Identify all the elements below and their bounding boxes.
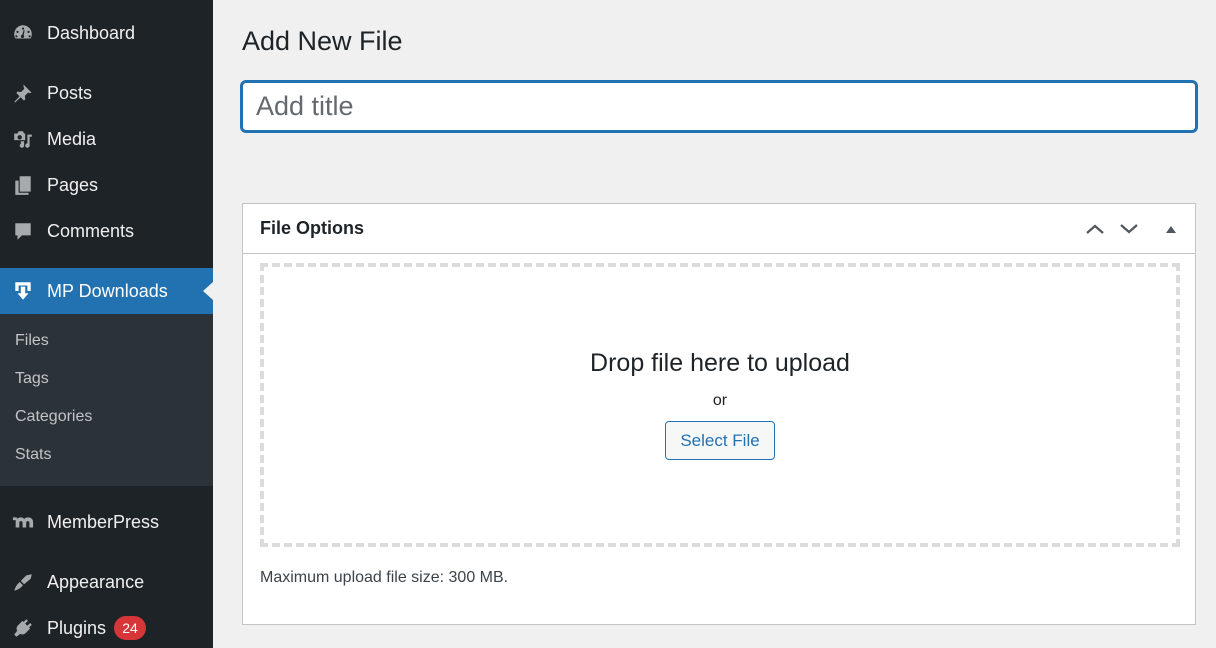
menu-label: MemberPress [47,511,160,532]
plug-icon [11,616,35,640]
menu-item-plugins[interactable]: Plugins 24 [0,605,213,648]
submenu-item-categories[interactable]: Categories [15,408,92,426]
menu-label: Posts [47,82,93,103]
file-options-postbox: File Options Drop file here to upload or… [242,203,1196,625]
submenu-item-stats[interactable]: Stats [15,446,51,464]
select-file-button[interactable]: Select File [665,421,775,460]
menu-item-posts[interactable]: Posts [0,70,213,116]
brush-icon [11,570,35,594]
media-icon [11,127,35,151]
postbox-header: File Options [243,204,1195,254]
dashboard-icon [11,21,35,45]
update-count-badge: 24 [114,616,147,640]
or-separator: or [712,392,728,409]
submenu-item-tags[interactable]: Tags [15,370,49,388]
move-up-button[interactable] [1082,216,1108,242]
drop-instructions: Drop file here to upload [590,349,850,377]
download-icon [11,279,35,303]
chevron-down-icon [1120,224,1138,234]
menu-item-dashboard[interactable]: Dashboard [0,10,213,56]
postbox-title: File Options [260,218,365,238]
menu-item-media[interactable]: Media [0,116,213,162]
menu-label: Plugins [47,617,107,638]
triangle-up-icon [1166,226,1176,233]
max-upload-size-text: Maximum upload file size: 300 MB. [260,569,509,586]
menu-item-comments[interactable]: Comments [0,208,213,254]
memberpress-icon [11,510,35,534]
page-title: Add New File [242,26,403,56]
toggle-panel-button[interactable] [1158,216,1184,242]
menu-label: Media [47,128,97,149]
comment-icon [11,219,35,243]
menu-item-mp-downloads[interactable]: MP Downloads [0,268,213,314]
chevron-up-icon [1086,224,1104,234]
menu-label: Dashboard [47,22,136,43]
admin-sidebar: Dashboard Posts Media Pages Comments MP … [0,0,213,648]
menu-label: Pages [47,174,99,195]
move-down-button[interactable] [1116,216,1142,242]
menu-item-appearance[interactable]: Appearance [0,559,213,605]
menu-label: Appearance [47,571,145,592]
menu-label: Comments [47,220,135,241]
menu-label: MP Downloads [47,280,168,301]
submenu-item-files[interactable]: Files [15,332,49,350]
pin-icon [11,81,35,105]
file-dropzone[interactable]: Drop file here to upload or Select File [260,263,1180,547]
menu-item-memberpress[interactable]: MemberPress [0,499,213,545]
title-input[interactable] [241,81,1197,132]
menu-item-pages[interactable]: Pages [0,162,213,208]
submenu-mp-downloads: Files Tags Categories Stats [0,314,213,486]
pages-icon [11,173,35,197]
